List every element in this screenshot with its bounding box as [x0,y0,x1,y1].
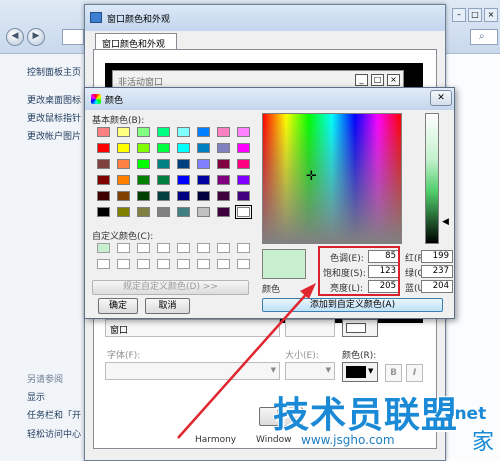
watermark-jia: 家 [472,430,495,455]
watermark-net: .net [448,404,487,424]
watermark-logo: 技术员联盟 [273,395,459,436]
watermark-url: www.jsgho.com [301,433,395,447]
